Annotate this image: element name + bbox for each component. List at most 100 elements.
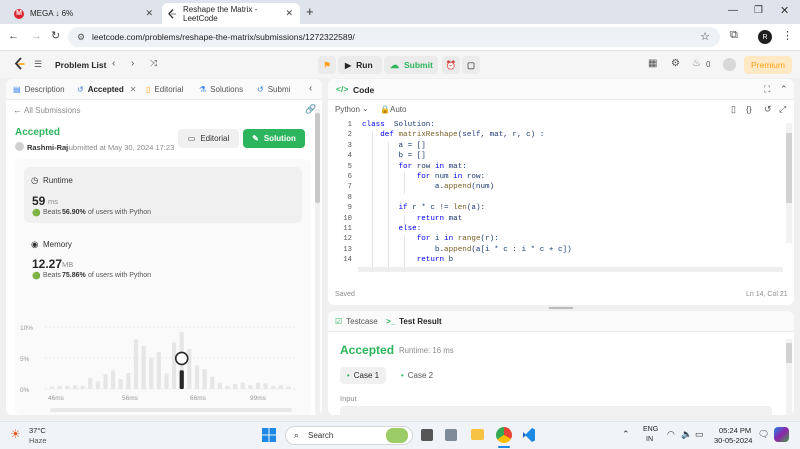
taskbar-search[interactable]: ⌕ Search	[285, 426, 413, 445]
scrollbar-thumb[interactable]	[786, 133, 792, 203]
scrollbar-thumb[interactable]	[786, 343, 792, 363]
code-line[interactable]: def matrixReshape(self, mat, r, c) :	[362, 131, 544, 139]
case-1-button[interactable]: • Case 1	[340, 367, 386, 384]
window-close-icon[interactable]: ✕	[780, 4, 789, 17]
tab-test-result[interactable]: >_ Test Result	[386, 317, 442, 326]
restore-icon[interactable]: ❐	[754, 5, 763, 16]
chevron-left-icon[interactable]: ‹	[309, 83, 312, 94]
close-tab-icon[interactable]: ✕	[285, 8, 293, 19]
reset-icon[interactable]: ↺	[764, 104, 772, 115]
code-line[interactable]: class Solution:	[362, 121, 435, 129]
editorial-button[interactable]: ▭ Editorial	[178, 129, 239, 148]
back-arrow-icon[interactable]: ←	[13, 105, 22, 115]
browser-tab-mega[interactable]: M MEGA ↓ 6% ✕	[8, 3, 160, 24]
code-line[interactable]: return mat	[362, 215, 463, 223]
file-explorer-icon[interactable]	[471, 429, 484, 440]
forward-arrow-icon[interactable]: →	[31, 30, 42, 42]
submit-button[interactable]: ☁ Submit	[384, 56, 438, 74]
chevron-up-icon[interactable]: ⌃	[622, 429, 630, 440]
shuffle-icon[interactable]: ⤨	[150, 58, 157, 69]
fullscreen-icon[interactable]: ⛶	[764, 84, 770, 95]
code-line[interactable]: for i in range(r):	[362, 235, 499, 243]
url-field[interactable]: ⚙ leetcode.com/problems/reshape-the-matr…	[68, 27, 720, 47]
profile-avatar[interactable]: R	[758, 30, 772, 44]
runtime-box[interactable]: ◷ Runtime 59 ms 🟢 Beats 56.90% of users …	[24, 167, 302, 223]
problem-list-link[interactable]: Problem List	[55, 60, 106, 70]
input-box[interactable]	[340, 406, 772, 415]
code-line[interactable]: else:	[362, 225, 421, 233]
tab-solutions[interactable]: ⚗ Solutions	[199, 85, 243, 94]
code-line[interactable]: if r * c != len(a):	[362, 204, 485, 212]
splitter-handle[interactable]	[549, 307, 573, 309]
auto-mode-label[interactable]: Auto	[390, 105, 406, 114]
bookmark-icon[interactable]: ▯	[731, 104, 736, 115]
solution-button[interactable]: ✎ Solution	[243, 129, 305, 148]
fire-streak-icon[interactable]: ♨	[692, 58, 701, 69]
code-line[interactable]: for num in row:	[362, 173, 485, 181]
chevron-right-icon[interactable]: ›	[131, 58, 134, 69]
chevron-down-icon[interactable]: ⌄	[362, 104, 369, 113]
expand-icon[interactable]: ⤢	[779, 104, 786, 115]
clock-time[interactable]: 05:24 PM	[719, 426, 751, 435]
panel-splitter[interactable]	[323, 79, 327, 415]
collapse-icon[interactable]: ⌃	[780, 84, 788, 95]
tab-accepted[interactable]: ↺ Accepted ✕	[77, 85, 136, 94]
browser-menu-icon[interactable]: ⋮	[782, 29, 793, 42]
weather-icon[interactable]: ☀	[10, 427, 21, 441]
tab-editorial[interactable]: ▯ Editorial	[146, 85, 183, 94]
result-scrollbar[interactable]	[786, 339, 792, 415]
back-arrow-icon[interactable]: ←	[8, 30, 19, 42]
code-line[interactable]: b.append(a[i * c : i * c + c])	[362, 246, 572, 254]
widgets-app-icon[interactable]	[445, 429, 457, 441]
editor-scrollbar[interactable]	[786, 123, 792, 243]
minimize-icon[interactable]: —	[728, 5, 738, 16]
chevron-left-icon[interactable]: ‹	[112, 58, 115, 69]
tab-submissions[interactable]: ↺ Submi	[257, 85, 290, 94]
code-line[interactable]: return b	[362, 256, 453, 264]
bookmark-star-icon[interactable]: ☆	[700, 30, 710, 43]
new-tab-icon[interactable]: +	[306, 4, 314, 19]
clock-date[interactable]: 30-05-2024	[714, 436, 752, 445]
task-view-icon[interactable]	[421, 429, 433, 441]
close-tab-icon[interactable]: ✕	[130, 85, 137, 94]
wifi-icon[interactable]: ◠	[667, 429, 675, 440]
left-scrollbar[interactable]	[315, 109, 320, 415]
user-avatar[interactable]	[723, 58, 736, 71]
tab-description[interactable]: ▤ Description	[13, 85, 65, 94]
notification-icon[interactable]: 🗨	[758, 429, 769, 440]
settings-gear-icon[interactable]: ⚙	[671, 58, 680, 69]
windows-start-icon[interactable]	[262, 428, 276, 442]
layout-grid-icon[interactable]: ▦	[648, 58, 657, 69]
code-editor[interactable]: 1 class Solution: 2 def matrixReshape(self…	[328, 121, 788, 271]
copilot-icon[interactable]	[774, 427, 789, 442]
site-settings-icon[interactable]: ⚙	[77, 32, 85, 43]
language-code[interactable]: ENG	[643, 426, 658, 433]
author-name[interactable]: Rashmi-Raj	[27, 143, 68, 152]
braces-icon[interactable]: {}	[746, 104, 752, 114]
battery-icon[interactable]: ▭	[695, 429, 704, 440]
scrollbar-thumb[interactable]	[315, 113, 320, 203]
notes-button[interactable]: ▢	[462, 56, 480, 74]
language-region[interactable]: IN	[646, 436, 653, 443]
all-submissions-link[interactable]: All Submissions	[24, 106, 80, 115]
extensions-icon[interactable]: ⧉	[730, 29, 738, 42]
code-line[interactable]: for row in mat:	[362, 163, 466, 171]
chrome-icon[interactable]	[496, 427, 512, 443]
close-tab-icon[interactable]: ✕	[145, 8, 153, 19]
language-select[interactable]: Python	[335, 105, 360, 114]
code-line[interactable]: a.append(num)	[362, 183, 494, 191]
timer-button[interactable]: ⏰	[442, 56, 460, 74]
reload-icon[interactable]: ↻	[51, 29, 60, 42]
leetcode-logo-icon[interactable]	[14, 57, 26, 71]
distribution-chart[interactable]: 10% 5% 0% 46ms 56ms 66ms 99ms	[15, 289, 311, 415]
debug-button[interactable]: ⚑	[318, 56, 336, 74]
premium-button[interactable]: Premium	[744, 56, 792, 74]
tab-testcase[interactable]: ☑ Testcase	[335, 317, 378, 326]
horizontal-splitter[interactable]	[328, 306, 794, 310]
run-button[interactable]: ▶ Run	[338, 56, 382, 74]
editor-hscrollbar[interactable]	[358, 267, 783, 272]
browser-tab-leetcode[interactable]: Reshape the Matrix - LeetCode ✕	[162, 3, 300, 24]
vscode-icon[interactable]	[521, 427, 537, 443]
case-2-button[interactable]: • Case 2	[394, 367, 440, 384]
speaker-icon[interactable]: 🔈	[681, 429, 692, 440]
